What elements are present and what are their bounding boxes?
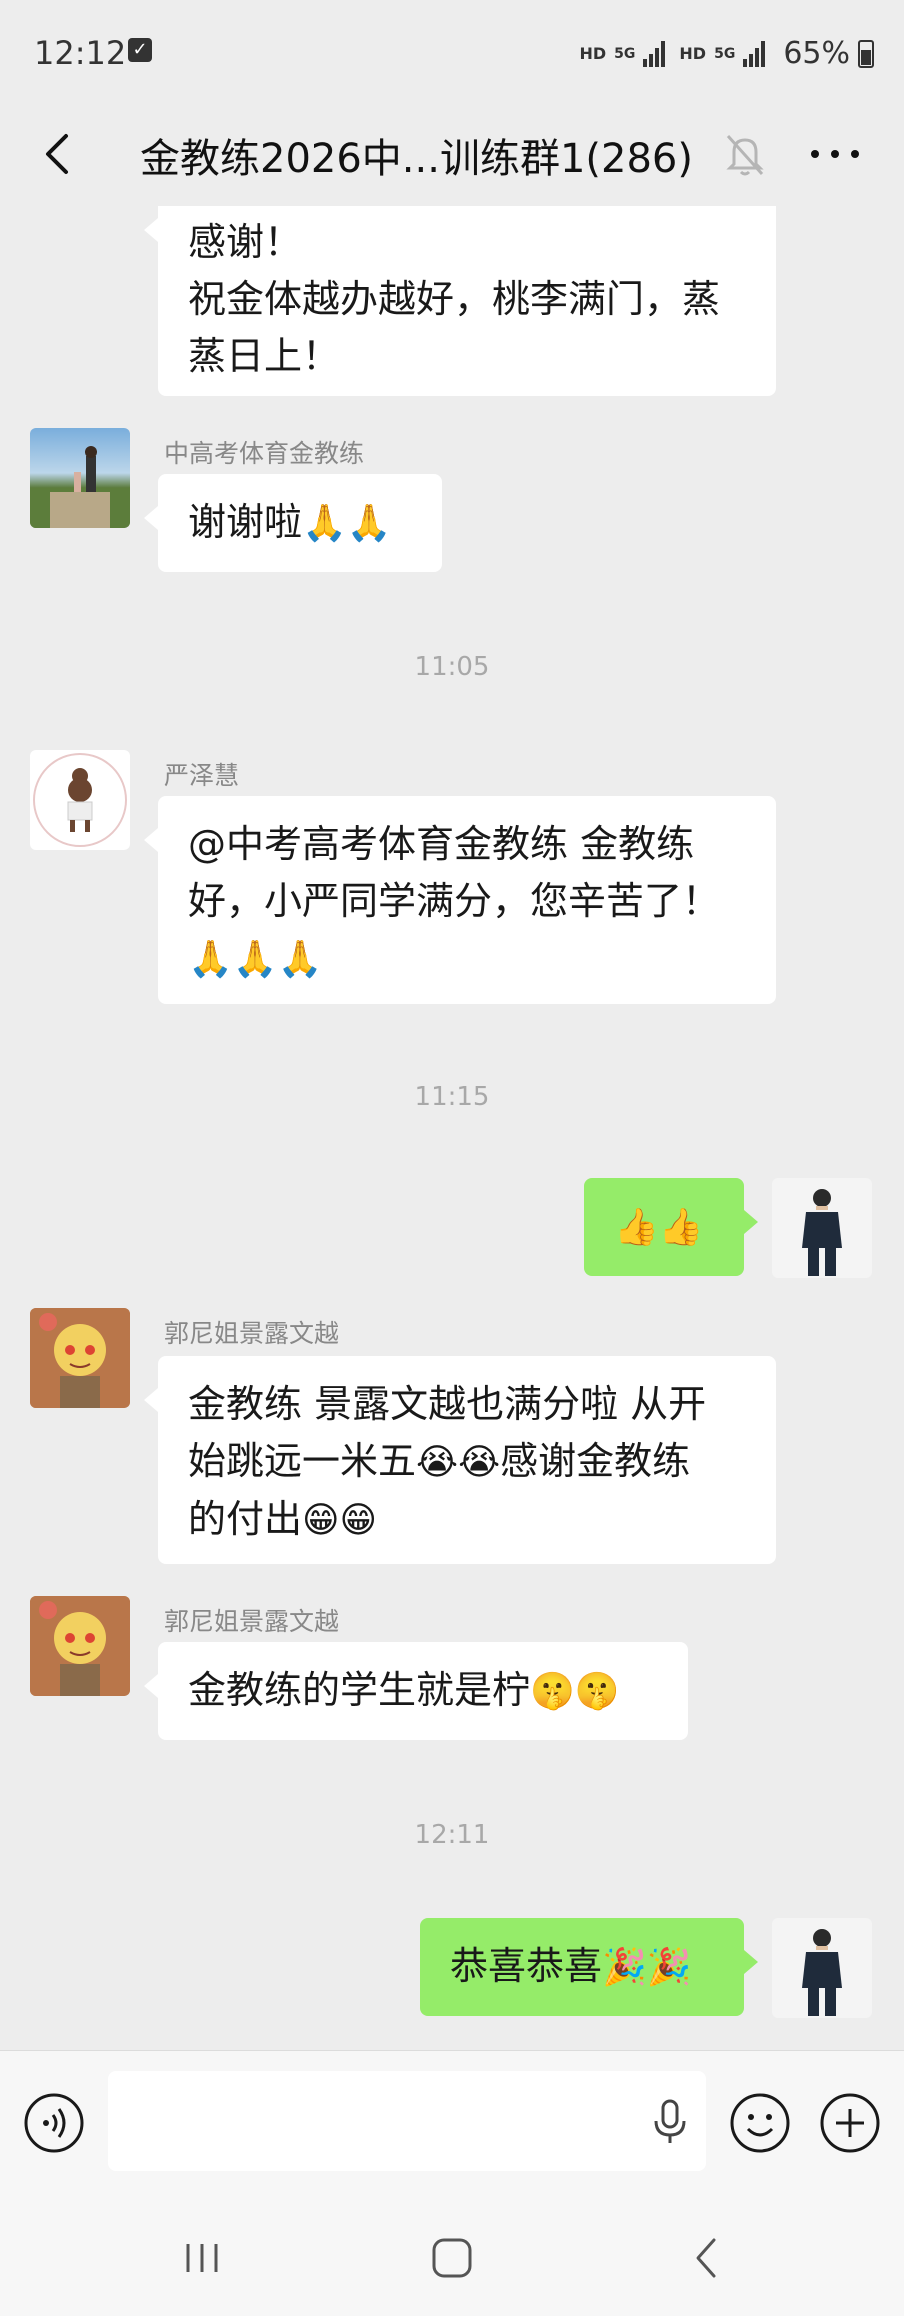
message-line: 金教练 景露文越也满分啦 从开 bbox=[188, 1382, 707, 1426]
message-line: 始跳远一米五😭😭感谢金教练 bbox=[188, 1433, 746, 1491]
message-text: 的付出 bbox=[188, 1497, 303, 1541]
message-bubble-self[interactable]: 👍👍 bbox=[584, 1178, 758, 1276]
input-bar bbox=[0, 2050, 904, 2199]
timestamp: 11:05 bbox=[414, 652, 490, 682]
crying-emoji: 😭😭 bbox=[416, 1442, 501, 1483]
message-input[interactable] bbox=[108, 2071, 706, 2171]
sender-name: 郭尼姐景露文越 bbox=[164, 1319, 340, 1348]
nav-home-icon[interactable] bbox=[422, 2228, 482, 2288]
network-5g-label-2: 5G bbox=[714, 45, 736, 62]
message-bubble[interactable]: @中考高考体育金教练 金教练 好，小严同学满分，您辛苦了！ 🙏🙏🙏 bbox=[144, 796, 776, 1004]
signal-icon-1 bbox=[643, 40, 671, 67]
plus-icon[interactable] bbox=[818, 2091, 882, 2155]
voice-icon[interactable] bbox=[22, 2091, 86, 2155]
chat-header: 金教练2026中...训练群1(286) bbox=[0, 110, 904, 206]
timestamp: 11:15 bbox=[414, 1082, 490, 1112]
message-line: 蒸日上！ bbox=[188, 334, 341, 378]
message-text: 金教练的学生就是柠 bbox=[188, 1668, 531, 1712]
message-bubble[interactable]: 金教练 景露文越也满分啦 从开 始跳远一米五😭😭感谢金教练 的付出😁😁 bbox=[144, 1356, 776, 1564]
network-5g-label-1: 5G bbox=[614, 45, 636, 62]
chat-title: 金教练2026中...训练群1(286) bbox=[140, 136, 693, 182]
nav-recents-icon[interactable] bbox=[172, 2228, 232, 2288]
back-arrow-icon[interactable] bbox=[30, 124, 90, 184]
shushing-emoji: 🤫🤫 bbox=[530, 1671, 620, 1712]
pray-emoji: 🙏🙏🙏 bbox=[188, 939, 323, 980]
message-line: 祝金体越办越好，桃李满门，蒸 bbox=[188, 277, 721, 321]
hd-label-1: HD bbox=[579, 44, 607, 63]
self-avatar[interactable] bbox=[772, 1178, 872, 1278]
status-time: 12:12 bbox=[34, 34, 127, 72]
pray-emoji: 🙏🙏 bbox=[302, 503, 392, 544]
message-text: 谢谢啦 bbox=[188, 500, 303, 544]
status-bar: 12:12 ✓ HD 5G HD 5G 65% bbox=[0, 0, 904, 110]
self-avatar[interactable] bbox=[772, 1918, 872, 2018]
thumbs-up-emoji: 👍👍 bbox=[614, 1207, 704, 1248]
avatar[interactable] bbox=[30, 428, 130, 528]
message-line: 的付出😁😁 bbox=[188, 1491, 746, 1549]
nav-back-icon[interactable] bbox=[678, 2228, 738, 2288]
message-line: @中考高考体育金教练 金教练 bbox=[188, 822, 695, 866]
chat-area[interactable]: 感谢！ 祝金体越办越好，桃李满门，蒸 蒸日上！ 中高考体育金教练 谢谢啦🙏🙏 1… bbox=[0, 206, 904, 2050]
grin-emoji: 😁😁 bbox=[302, 1500, 378, 1541]
battery-icon bbox=[858, 39, 874, 68]
party-emoji: 🎉🎉 bbox=[602, 1947, 692, 1988]
status-right-cluster: HD 5G HD 5G 65% bbox=[579, 36, 874, 71]
timestamp: 12:11 bbox=[414, 1820, 490, 1850]
battery-percent: 65% bbox=[783, 36, 850, 71]
message-bubble[interactable]: 金教练的学生就是柠🤫🤫 bbox=[144, 1642, 688, 1740]
more-dots-icon[interactable] bbox=[800, 124, 870, 184]
message-line: 好，小严同学满分，您辛苦了！ bbox=[188, 879, 721, 923]
avatar[interactable] bbox=[30, 1596, 130, 1696]
message-line: 感谢！ bbox=[188, 220, 303, 264]
message-text: 恭喜恭喜 bbox=[450, 1944, 603, 1988]
emoji-icon[interactable] bbox=[728, 2091, 792, 2155]
sender-name: 中高考体育金教练 bbox=[164, 439, 365, 468]
sender-name: 郭尼姐景露文越 bbox=[164, 1607, 340, 1636]
notification-check-icon: ✓ bbox=[128, 38, 152, 62]
avatar[interactable] bbox=[30, 1308, 130, 1408]
message-text: 感谢金教练 bbox=[500, 1439, 691, 1483]
message-bubble[interactable]: 感谢！ 祝金体越办越好，桃李满门，蒸 蒸日上！ bbox=[144, 206, 776, 396]
microphone-icon[interactable] bbox=[638, 2089, 702, 2153]
avatar[interactable] bbox=[30, 750, 130, 850]
hd-label-2: HD bbox=[679, 44, 707, 63]
system-nav-bar bbox=[0, 2198, 904, 2316]
message-text: 始跳远一米五 bbox=[188, 1439, 417, 1483]
message-bubble[interactable]: 谢谢啦🙏🙏 bbox=[144, 474, 442, 572]
sender-name: 严泽慧 bbox=[164, 761, 240, 790]
message-bubble-self[interactable]: 恭喜恭喜🎉🎉 bbox=[420, 1918, 758, 2016]
signal-icon-2 bbox=[743, 40, 771, 67]
mute-bell-icon bbox=[720, 124, 770, 184]
